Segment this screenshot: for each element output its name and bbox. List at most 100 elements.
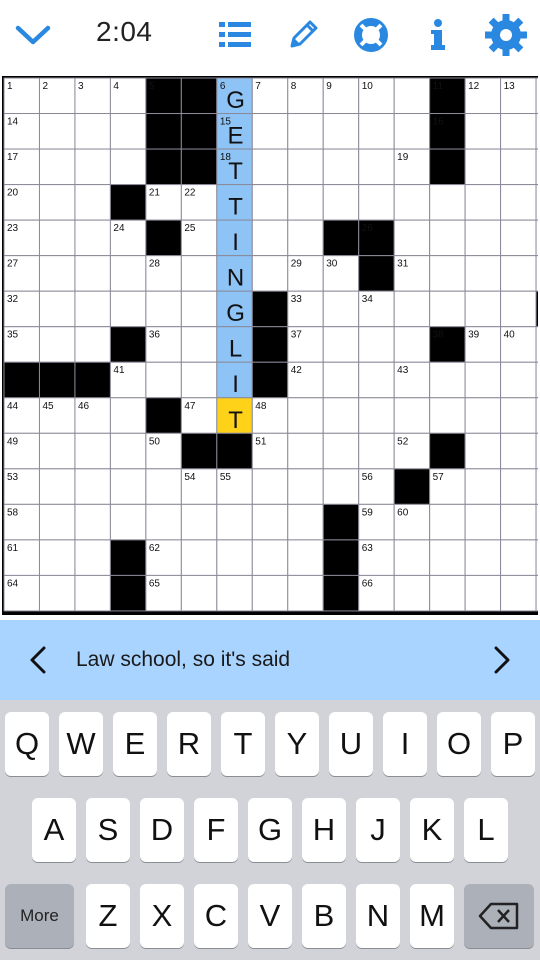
grid-cell[interactable] <box>180 574 218 612</box>
grid-cell[interactable] <box>38 503 76 541</box>
grid-cell[interactable] <box>38 432 76 470</box>
gear-icon[interactable] <box>482 12 530 58</box>
grid-cell[interactable] <box>535 574 538 612</box>
grid-cell[interactable] <box>535 113 538 150</box>
key-y[interactable]: Y <box>275 712 319 776</box>
grid-cell[interactable] <box>287 219 324 257</box>
grid-cell[interactable] <box>358 184 395 221</box>
key-g[interactable]: G <box>248 798 292 862</box>
grid-cell[interactable] <box>535 255 538 292</box>
grid-cell[interactable] <box>109 113 147 150</box>
grid-cell[interactable] <box>464 468 502 505</box>
grid-cell[interactable] <box>287 113 324 150</box>
grid-cell[interactable] <box>287 503 324 541</box>
grid-cell[interactable] <box>358 113 395 150</box>
grid-cell[interactable] <box>429 361 466 399</box>
grid-cell[interactable] <box>464 397 502 434</box>
grid-cell[interactable] <box>74 184 111 221</box>
key-i[interactable]: I <box>383 712 427 776</box>
grid-cell[interactable] <box>500 539 537 576</box>
grid-cell[interactable] <box>38 184 76 221</box>
crossword-board[interactable]: 1 2 3 4 5 6 7 8 9 10 11 12 1314 15 1617 18 1920 21 2223 24 2… <box>2 76 538 615</box>
grid-cell[interactable] <box>429 503 466 541</box>
grid-cell[interactable] <box>322 361 360 399</box>
grid-cell[interactable] <box>180 326 218 363</box>
grid-cell[interactable] <box>109 290 147 328</box>
grid-cell[interactable] <box>216 574 253 612</box>
key-e[interactable]: E <box>113 712 157 776</box>
grid-cell[interactable] <box>251 574 289 612</box>
grid-cell[interactable] <box>535 468 538 505</box>
grid-cell[interactable] <box>358 326 395 363</box>
grid-cell[interactable] <box>322 184 360 221</box>
grid-cell[interactable] <box>535 503 538 541</box>
key-w[interactable]: W <box>59 712 103 776</box>
grid-cell[interactable] <box>464 184 502 221</box>
grid-cell[interactable] <box>535 219 538 257</box>
grid-cell[interactable] <box>358 432 395 470</box>
grid-cell[interactable] <box>145 503 182 541</box>
grid-cell[interactable] <box>464 361 502 399</box>
grid-cell[interactable] <box>180 290 218 328</box>
backspace-button[interactable] <box>464 884 534 948</box>
grid-cell[interactable] <box>393 113 431 150</box>
grid-cell[interactable] <box>216 503 253 541</box>
key-h[interactable]: H <box>302 798 346 862</box>
next-clue-button[interactable] <box>482 638 522 682</box>
grid-cell[interactable] <box>464 574 502 612</box>
grid-cell[interactable] <box>393 539 431 576</box>
grid-cell[interactable] <box>74 219 111 257</box>
grid-cell[interactable] <box>38 326 76 363</box>
grid-cell[interactable] <box>393 290 431 328</box>
key-a[interactable]: A <box>32 798 76 862</box>
grid-cell[interactable] <box>322 468 360 505</box>
key-o[interactable]: O <box>437 712 481 776</box>
chevron-down-icon[interactable] <box>10 12 56 58</box>
grid-cell[interactable] <box>358 361 395 399</box>
grid-cell[interactable] <box>322 326 360 363</box>
grid-cell[interactable] <box>38 219 76 257</box>
grid-cell[interactable] <box>535 539 538 576</box>
grid-cell[interactable] <box>322 113 360 150</box>
key-t[interactable]: T <box>221 712 265 776</box>
grid-cell[interactable] <box>38 148 76 186</box>
key-u[interactable]: U <box>329 712 373 776</box>
grid-cell[interactable] <box>500 113 537 150</box>
grid-cell[interactable] <box>464 432 502 470</box>
key-l[interactable]: L <box>464 798 508 862</box>
grid-cell[interactable] <box>287 148 324 186</box>
key-x[interactable]: X <box>140 884 184 948</box>
grid-cell[interactable] <box>535 326 538 363</box>
lifebuoy-icon[interactable] <box>348 12 394 58</box>
grid-cell[interactable] <box>500 361 537 399</box>
grid-cell[interactable] <box>500 184 537 221</box>
grid-cell[interactable] <box>109 255 147 292</box>
grid-cell[interactable] <box>500 503 537 541</box>
grid-cell[interactable] <box>535 361 538 399</box>
grid-cell[interactable] <box>287 184 324 221</box>
more-button[interactable]: More <box>5 884 74 948</box>
grid-cell[interactable] <box>429 574 466 612</box>
grid-cell[interactable] <box>464 219 502 257</box>
grid-cell[interactable] <box>287 539 324 576</box>
grid-cell[interactable] <box>180 255 218 292</box>
key-f[interactable]: F <box>194 798 238 862</box>
grid-cell[interactable] <box>216 539 253 576</box>
grid-cell[interactable] <box>322 432 360 470</box>
grid-cell[interactable] <box>429 219 466 257</box>
grid-cell[interactable] <box>500 255 537 292</box>
info-icon[interactable] <box>418 12 458 58</box>
grid-cell[interactable] <box>500 397 537 434</box>
grid-cell[interactable] <box>38 539 76 576</box>
grid-cell[interactable] <box>180 503 218 541</box>
grid-cell[interactable] <box>38 468 76 505</box>
grid-cell[interactable] <box>535 148 538 186</box>
grid-cell[interactable] <box>180 539 218 576</box>
key-b[interactable]: B <box>302 884 346 948</box>
grid-cell[interactable] <box>429 184 466 221</box>
grid-cell[interactable] <box>429 290 466 328</box>
key-c[interactable]: C <box>194 884 238 948</box>
key-q[interactable]: Q <box>5 712 49 776</box>
key-v[interactable]: V <box>248 884 292 948</box>
grid-cell[interactable] <box>109 397 147 434</box>
